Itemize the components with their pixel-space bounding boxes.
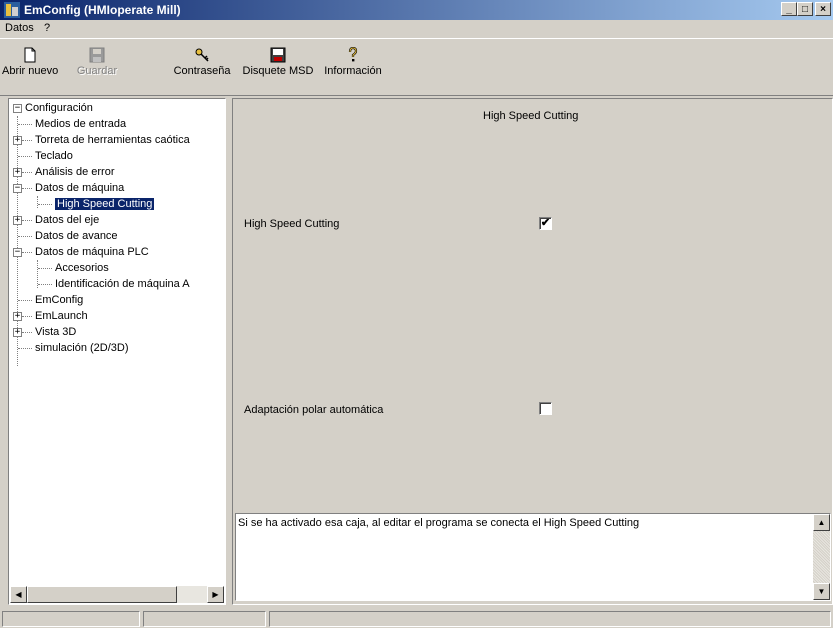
tree-connector	[22, 220, 32, 222]
window-title: EmConfig (HMIoperate Mill)	[24, 3, 181, 17]
collapse-icon[interactable]: −	[13, 184, 22, 193]
tree-item-medios-de-entrada[interactable]: Medios de entrada	[35, 116, 126, 132]
tree-connector	[22, 316, 32, 318]
expand-icon[interactable]: +	[13, 328, 22, 337]
close-button[interactable]: ×	[815, 2, 831, 16]
tree-connector	[18, 124, 32, 126]
tree-connector	[38, 268, 52, 270]
msd-diskette-label: Disquete MSD	[242, 65, 314, 77]
tree-connector	[18, 156, 32, 158]
title-bar: EmConfig (HMIoperate Mill) _ □ ×	[0, 0, 833, 20]
tree-item-emlaunch[interactable]: EmLaunch	[35, 308, 88, 324]
tree-connector	[18, 348, 32, 350]
status-panel-1	[2, 611, 140, 627]
tree-connector	[18, 300, 32, 302]
scroll-thumb[interactable]	[27, 586, 177, 603]
high-speed-cutting-checkbox[interactable]: ✔	[539, 217, 552, 230]
tree-connector	[22, 188, 32, 190]
tree-connector	[22, 332, 32, 334]
config-tree: − Configuración Medios de entrada + Torr…	[8, 98, 226, 605]
tree-item-datos-de-maquina-plc[interactable]: Datos de máquina PLC	[35, 244, 149, 260]
description-vertical-scrollbar[interactable]: ▲ ▼	[813, 514, 830, 600]
minimize-button[interactable]: _	[781, 2, 797, 16]
polar-adaptation-label: Adaptación polar automática	[244, 404, 384, 416]
tree-item-vista-3d[interactable]: Vista 3D	[35, 324, 76, 340]
collapse-icon[interactable]: −	[13, 104, 22, 113]
open-new-label: Abrir nuevo	[2, 65, 59, 77]
scroll-up-icon[interactable]: ▲	[813, 514, 830, 531]
tree-connector	[37, 196, 39, 208]
polar-adaptation-checkbox[interactable]	[539, 402, 552, 415]
description-textarea[interactable]: Si se ha activado esa caja, al editar el…	[235, 513, 831, 601]
msd-diskette-button[interactable]: Disquete MSD	[242, 43, 314, 93]
expand-icon[interactable]: +	[13, 168, 22, 177]
expand-icon[interactable]: +	[13, 216, 22, 225]
tree-item-high-speed-cutting[interactable]: High Speed Cutting	[55, 198, 155, 210]
high-speed-cutting-label: High Speed Cutting	[244, 218, 340, 230]
tree-item-configuracion[interactable]: Configuración	[25, 100, 93, 116]
tree-connector	[22, 140, 32, 142]
tree-item-torreta[interactable]: Torreta de herramientas caótica	[35, 132, 190, 148]
keys-icon	[195, 48, 209, 62]
scroll-right-icon[interactable]: ▶	[207, 586, 224, 603]
tree-connector	[18, 236, 32, 238]
description-text: Si se ha activado esa caja, al editar el…	[238, 517, 640, 529]
status-bar	[0, 609, 833, 628]
info-icon	[348, 47, 358, 62]
tree-item-analisis-de-error[interactable]: Análisis de error	[35, 164, 114, 180]
status-panel-3	[269, 611, 831, 627]
tree-connector	[38, 284, 52, 286]
scroll-down-icon[interactable]: ▼	[813, 583, 830, 600]
app-icon	[4, 2, 20, 18]
msd-disk-icon	[270, 47, 286, 63]
menu-help[interactable]: ?	[44, 22, 50, 34]
maximize-button[interactable]: □	[797, 2, 813, 16]
expand-icon[interactable]: +	[13, 312, 22, 321]
tree-connector	[38, 204, 52, 206]
save-label: Guardar	[76, 65, 118, 77]
tree-item-datos-de-avance[interactable]: Datos de avance	[35, 228, 118, 244]
settings-panel: High Speed Cutting High Speed Cutting ✔ …	[232, 98, 833, 605]
tree-item-identificacion[interactable]: Identificación de máquina A	[55, 276, 190, 292]
tree-item-high-speed-cutting-row[interactable]: High Speed Cutting	[55, 196, 155, 212]
open-new-button[interactable]: Abrir nuevo	[2, 43, 58, 93]
tree-item-datos-del-eje[interactable]: Datos del eje	[35, 212, 99, 228]
toolbar: Abrir nuevo Guardar Contraseña Disquete …	[0, 38, 833, 96]
menu-datos[interactable]: Datos	[5, 22, 34, 34]
scroll-left-icon[interactable]: ◀	[10, 586, 27, 603]
save-button[interactable]: Guardar	[72, 43, 122, 93]
expand-icon[interactable]: +	[13, 136, 22, 145]
tree-connector	[22, 172, 32, 174]
information-button[interactable]: Información	[320, 43, 386, 93]
tree-item-teclado[interactable]: Teclado	[35, 148, 73, 164]
password-label: Contraseña	[173, 65, 231, 77]
tree-item-emconfig[interactable]: EmConfig	[35, 292, 83, 308]
tree-connector	[22, 252, 32, 254]
tree-item-datos-de-maquina[interactable]: Datos de máquina	[35, 180, 124, 196]
new-document-icon	[24, 47, 36, 63]
status-panel-2	[143, 611, 266, 627]
collapse-icon[interactable]: −	[13, 248, 22, 257]
password-button[interactable]: Contraseña	[171, 43, 233, 93]
menu-bar: Datos ?	[0, 20, 833, 38]
save-disk-icon	[89, 47, 105, 63]
panel-heading: High Speed Cutting	[483, 110, 579, 122]
tree-horizontal-scrollbar[interactable]: ◀ ▶	[10, 586, 224, 603]
tree-item-simulacion[interactable]: simulación (2D/3D)	[35, 340, 129, 356]
information-label: Información	[324, 65, 382, 77]
tree-item-accesorios[interactable]: Accesorios	[55, 260, 109, 276]
